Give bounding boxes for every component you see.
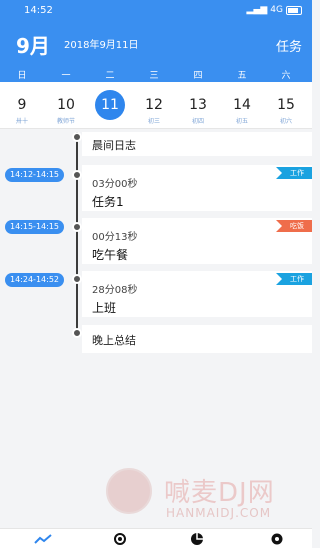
timeline-dot bbox=[72, 132, 82, 142]
target-tab[interactable] bbox=[105, 532, 135, 546]
trend-tab[interactable] bbox=[28, 532, 58, 546]
category-tag: 工作 bbox=[276, 167, 312, 179]
weekday-bar: 日 一 二 三 四 五 六 bbox=[0, 68, 312, 82]
lunar-label: 初六 bbox=[279, 118, 292, 125]
week-days-row: 9 卅十 10 教师节 11 12 初三 13 初四 14 初五 15 初六 bbox=[0, 82, 312, 129]
target-icon bbox=[114, 533, 126, 545]
timeline-dot bbox=[72, 170, 82, 180]
watermark-logo-icon bbox=[106, 468, 152, 514]
day-cell[interactable]: 14 初五 bbox=[220, 82, 264, 128]
day-number: 13 bbox=[189, 97, 207, 113]
weekday-mon: 一 bbox=[61, 71, 71, 81]
entry-card[interactable]: 工作 03分00秒 任务1 bbox=[82, 165, 312, 211]
watermark: 喊麦DJ网 HANMAIDJ.COM bbox=[106, 468, 306, 524]
time-range-pill: 14:12-14:15 bbox=[5, 168, 64, 182]
day-number: 11 bbox=[95, 90, 125, 120]
time-range-pill: 14:15-14:15 bbox=[5, 220, 64, 234]
timeline-dot bbox=[72, 222, 82, 232]
entry-duration: 03分00秒 bbox=[92, 179, 138, 190]
weekday-tue: 二 bbox=[105, 71, 115, 81]
entry-name: 任务1 bbox=[92, 195, 124, 209]
category-tag: 工作 bbox=[276, 273, 312, 285]
watermark-brand-text: 喊麦 bbox=[164, 478, 219, 508]
bottom-tab-bar bbox=[0, 528, 312, 548]
battery-icon bbox=[286, 5, 302, 15]
day-number: 10 bbox=[57, 97, 75, 113]
lunar-label: 初四 bbox=[191, 118, 204, 125]
day-cell[interactable]: 12 初三 bbox=[132, 82, 176, 128]
watermark-url: HANMAIDJ.COM bbox=[166, 506, 272, 520]
entry-name: 上班 bbox=[92, 301, 117, 315]
day-number: 12 bbox=[145, 97, 163, 113]
morning-log-card[interactable]: 晨间日志 bbox=[82, 132, 312, 156]
weekday-thu: 四 bbox=[193, 71, 203, 81]
card-title: 晚上总结 bbox=[92, 334, 136, 347]
day-number: 15 bbox=[277, 97, 295, 113]
top-header: 14:52 ▂▄▆ 4G 9月 2018年9月11日 任务 bbox=[0, 0, 312, 68]
timeline-dot bbox=[72, 274, 82, 284]
trend-icon bbox=[34, 534, 52, 544]
day-number: 14 bbox=[233, 97, 251, 113]
network-label: 4G bbox=[270, 5, 283, 15]
day-cell[interactable]: 13 初四 bbox=[176, 82, 220, 128]
day-cell[interactable]: 10 教师节 bbox=[44, 82, 88, 128]
full-date: 2018年9月11日 bbox=[64, 40, 139, 51]
lunar-label: 初五 bbox=[235, 118, 248, 125]
status-icons: ▂▄▆ 4G bbox=[247, 5, 302, 15]
pie-chart-icon bbox=[191, 533, 203, 545]
entry-duration: 28分08秒 bbox=[92, 285, 138, 296]
evening-summary-card[interactable]: 晚上总结 bbox=[82, 325, 312, 353]
status-time: 14:52 bbox=[24, 5, 53, 16]
chart-tab[interactable] bbox=[182, 532, 212, 546]
time-range-pill: 14:24-14:52 bbox=[5, 273, 64, 287]
entry-name: 吃午餐 bbox=[92, 248, 129, 262]
lunar-label: 初三 bbox=[147, 118, 160, 125]
category-tag: 吃饭 bbox=[276, 220, 312, 232]
month-title: 9月 bbox=[16, 34, 50, 58]
watermark-brand: 喊麦DJ网 bbox=[164, 472, 275, 509]
timeline-line bbox=[76, 132, 78, 337]
signal-icon: ▂▄▆ bbox=[246, 5, 268, 15]
weekday-fri: 五 bbox=[237, 71, 247, 81]
weekday-sun: 日 bbox=[17, 71, 27, 81]
watermark-dj-text: DJ网 bbox=[218, 478, 275, 508]
lunar-label: 教师节 bbox=[56, 118, 75, 125]
day-number: 9 bbox=[17, 97, 27, 113]
lunar-label: 卅十 bbox=[15, 118, 28, 125]
gear-icon bbox=[271, 533, 283, 545]
status-bar: 14:52 ▂▄▆ 4G bbox=[0, 0, 312, 22]
settings-tab[interactable] bbox=[262, 532, 292, 546]
weekday-sat: 六 bbox=[281, 71, 291, 81]
timeline-dot bbox=[72, 328, 82, 338]
card-title: 晨间日志 bbox=[92, 139, 136, 152]
entry-card[interactable]: 吃饭 00分13秒 吃午餐 bbox=[82, 218, 312, 264]
day-cell[interactable]: 15 初六 bbox=[264, 82, 308, 128]
entry-card[interactable]: 工作 28分08秒 上班 bbox=[82, 271, 312, 317]
weekday-wed: 三 bbox=[149, 71, 159, 81]
day-cell[interactable]: 9 卅十 bbox=[0, 82, 44, 128]
tasks-button[interactable]: 任务 bbox=[276, 36, 302, 55]
entry-duration: 00分13秒 bbox=[92, 232, 138, 243]
day-cell-selected[interactable]: 11 bbox=[88, 82, 132, 128]
